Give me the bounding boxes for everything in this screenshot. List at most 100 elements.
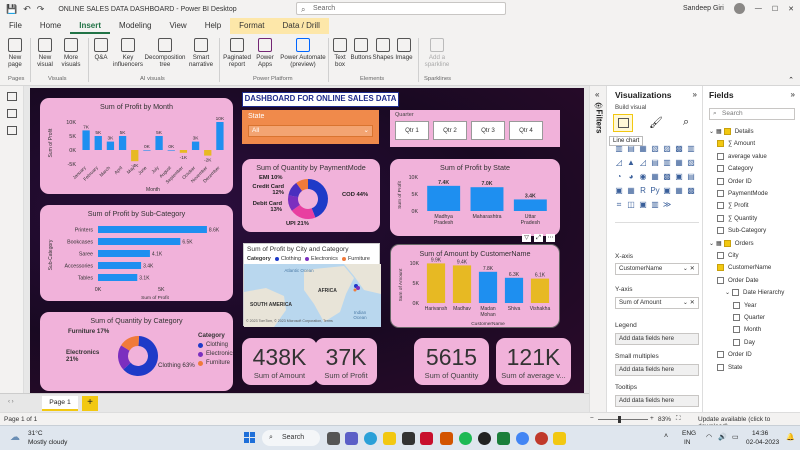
visual-type-icon[interactable]: ▦: [674, 186, 684, 196]
field-item[interactable]: Order Date: [717, 276, 759, 284]
key-influencers-button[interactable]: Key influencers: [112, 38, 144, 68]
field-checkbox[interactable]: [717, 227, 724, 235]
field-item[interactable]: Year: [733, 301, 757, 309]
field-item[interactable]: average value: [717, 152, 767, 160]
quarter-option-button[interactable]: Qtr 3: [471, 121, 505, 140]
legend-item[interactable]: Electronics: [198, 351, 233, 357]
tab-page-1[interactable]: Page 1: [42, 396, 78, 411]
visual-type-icon[interactable]: ≫: [662, 200, 672, 210]
bar[interactable]: [143, 150, 151, 151]
visual-type-icon[interactable]: ⌗: [614, 200, 624, 210]
map-view[interactable]: Atlantic Ocean SOUTH AMERICA AFRICA Indi…: [244, 264, 381, 327]
visual-type-icon[interactable]: ◔: [614, 172, 624, 182]
bar[interactable]: [216, 122, 224, 150]
paginated-report-button[interactable]: Paginated report: [223, 38, 251, 68]
save-icon[interactable]: 💾: [6, 4, 17, 15]
field-checkbox[interactable]: [717, 190, 724, 197]
quantity-by-paymentmode-card[interactable]: Sum of Quantity by PaymentMode EMI 10% C…: [242, 159, 380, 232]
field-checkbox[interactable]: [717, 264, 724, 272]
image-button[interactable]: Image: [395, 38, 413, 61]
bar[interactable]: [513, 199, 547, 211]
collapse-pane-icon[interactable]: »: [693, 90, 697, 99]
visual-type-icon[interactable]: ▣: [614, 186, 624, 196]
field-checkbox[interactable]: [717, 252, 724, 259]
office-icon[interactable]: [440, 432, 453, 445]
menu-view[interactable]: View: [161, 18, 196, 34]
kpi-card[interactable]: 5615 Sum of Quantity: [414, 338, 489, 385]
tray-chevron-icon[interactable]: ˄: [664, 433, 668, 440]
map-point[interactable]: [353, 288, 357, 292]
tooltips-well[interactable]: Add data fields here: [615, 395, 699, 407]
field-item[interactable]: CustomerName: [717, 264, 771, 272]
bar[interactable]: [167, 150, 175, 151]
field-item[interactable]: State: [717, 363, 742, 371]
visual-type-icon[interactable]: ▣: [638, 200, 648, 210]
field-item[interactable]: ⌄ ▦ Orders: [709, 239, 754, 247]
field-item[interactable]: ∑ Profit: [717, 202, 749, 210]
more-options-icon[interactable]: ⋯: [546, 234, 555, 242]
state-slicer[interactable]: State All ⌄: [242, 110, 379, 144]
visual-type-icon[interactable]: ▥: [650, 200, 660, 210]
visual-type-icon[interactable]: ▨: [662, 144, 672, 154]
chrome-icon[interactable]: [516, 432, 529, 445]
visual-type-icon[interactable]: ▣: [662, 186, 672, 196]
map-legend-item[interactable]: Furniture: [341, 256, 370, 262]
quarter-option-button[interactable]: Qtr 2: [433, 121, 467, 140]
field-checkbox[interactable]: [733, 326, 740, 334]
legend-item[interactable]: Furniture: [198, 360, 233, 366]
menu-format[interactable]: Format: [230, 18, 274, 34]
fields-search-input[interactable]: ⌕ Search: [709, 108, 795, 120]
eye-icon[interactable]: 👁: [594, 102, 603, 110]
filter-icon[interactable]: ▽: [522, 234, 531, 242]
focus-mode-icon[interactable]: ⤢: [534, 234, 543, 242]
field-item[interactable]: Order ID: [717, 351, 752, 359]
redo-icon[interactable]: ↷: [37, 4, 45, 15]
visual-type-icon[interactable]: ▣: [674, 172, 684, 182]
amount-by-customer-card[interactable]: Sum of Amount by CustomerName 10K 5K 0K Sum…: [390, 244, 560, 328]
bar[interactable]: [98, 262, 142, 269]
new-visual-button[interactable]: New visual: [34, 38, 56, 68]
weather-text[interactable]: Mostly cloudy: [28, 439, 67, 446]
visual-type-icon[interactable]: ▧: [650, 144, 660, 154]
shapes-button[interactable]: Shapes: [373, 38, 394, 61]
menu-home[interactable]: Home: [31, 18, 70, 34]
menu-insert[interactable]: Insert: [70, 18, 111, 34]
visual-type-icon[interactable]: Py: [650, 186, 660, 196]
visual-type-icon[interactable]: ▩: [662, 172, 672, 182]
quarter-slicer[interactable]: Quarter Qtr 1 Qtr 2 Qtr 3 Qtr 4: [390, 110, 560, 147]
visual-type-icon[interactable]: ▦: [650, 172, 660, 182]
edge-icon[interactable]: [364, 432, 377, 445]
visual-type-icon[interactable]: R: [638, 186, 648, 196]
task-view-icon[interactable]: [327, 432, 340, 445]
text-box-button[interactable]: Text box: [331, 38, 349, 68]
volume-icon[interactable]: 🔊: [718, 433, 727, 441]
bar[interactable]: [98, 274, 138, 281]
qa-button[interactable]: Q&A: [92, 38, 110, 61]
field-checkbox[interactable]: [733, 301, 740, 309]
bar[interactable]: [98, 226, 207, 233]
remove-field-icon[interactable]: ⌄ ✕: [683, 298, 695, 308]
bar[interactable]: [530, 278, 550, 303]
visual-type-icon[interactable]: ◫: [626, 200, 636, 210]
visual-type-icon[interactable]: ▥: [686, 144, 696, 154]
collapse-ribbon-icon[interactable]: ⌃: [788, 76, 794, 84]
quantity-by-category-card[interactable]: Sum of Quantity by Category Furniture 17…: [40, 312, 233, 391]
bar[interactable]: [82, 130, 90, 150]
model-view-icon[interactable]: [7, 126, 17, 135]
remove-field-icon[interactable]: ⌄ ✕: [683, 264, 695, 274]
map-point[interactable]: [356, 286, 360, 290]
field-item[interactable]: ∑ Quantity: [717, 214, 757, 222]
field-checkbox[interactable]: [723, 128, 731, 135]
power-bi-icon[interactable]: [553, 432, 566, 445]
field-item[interactable]: Category: [717, 165, 753, 173]
decomposition-tree-button[interactable]: Decomposition tree: [145, 38, 185, 68]
minimize-icon[interactable]: —: [755, 5, 762, 12]
field-item[interactable]: Day: [733, 338, 755, 346]
windows-start-icon[interactable]: [244, 432, 256, 444]
collapse-pane-icon[interactable]: »: [791, 90, 795, 99]
zoom-out-icon[interactable]: −: [590, 415, 594, 422]
field-checkbox[interactable]: [723, 239, 731, 247]
undo-icon[interactable]: ↶: [23, 4, 31, 15]
smart-narrative-button[interactable]: Smart narrative: [187, 38, 215, 68]
field-item[interactable]: PaymentMode: [717, 190, 768, 197]
